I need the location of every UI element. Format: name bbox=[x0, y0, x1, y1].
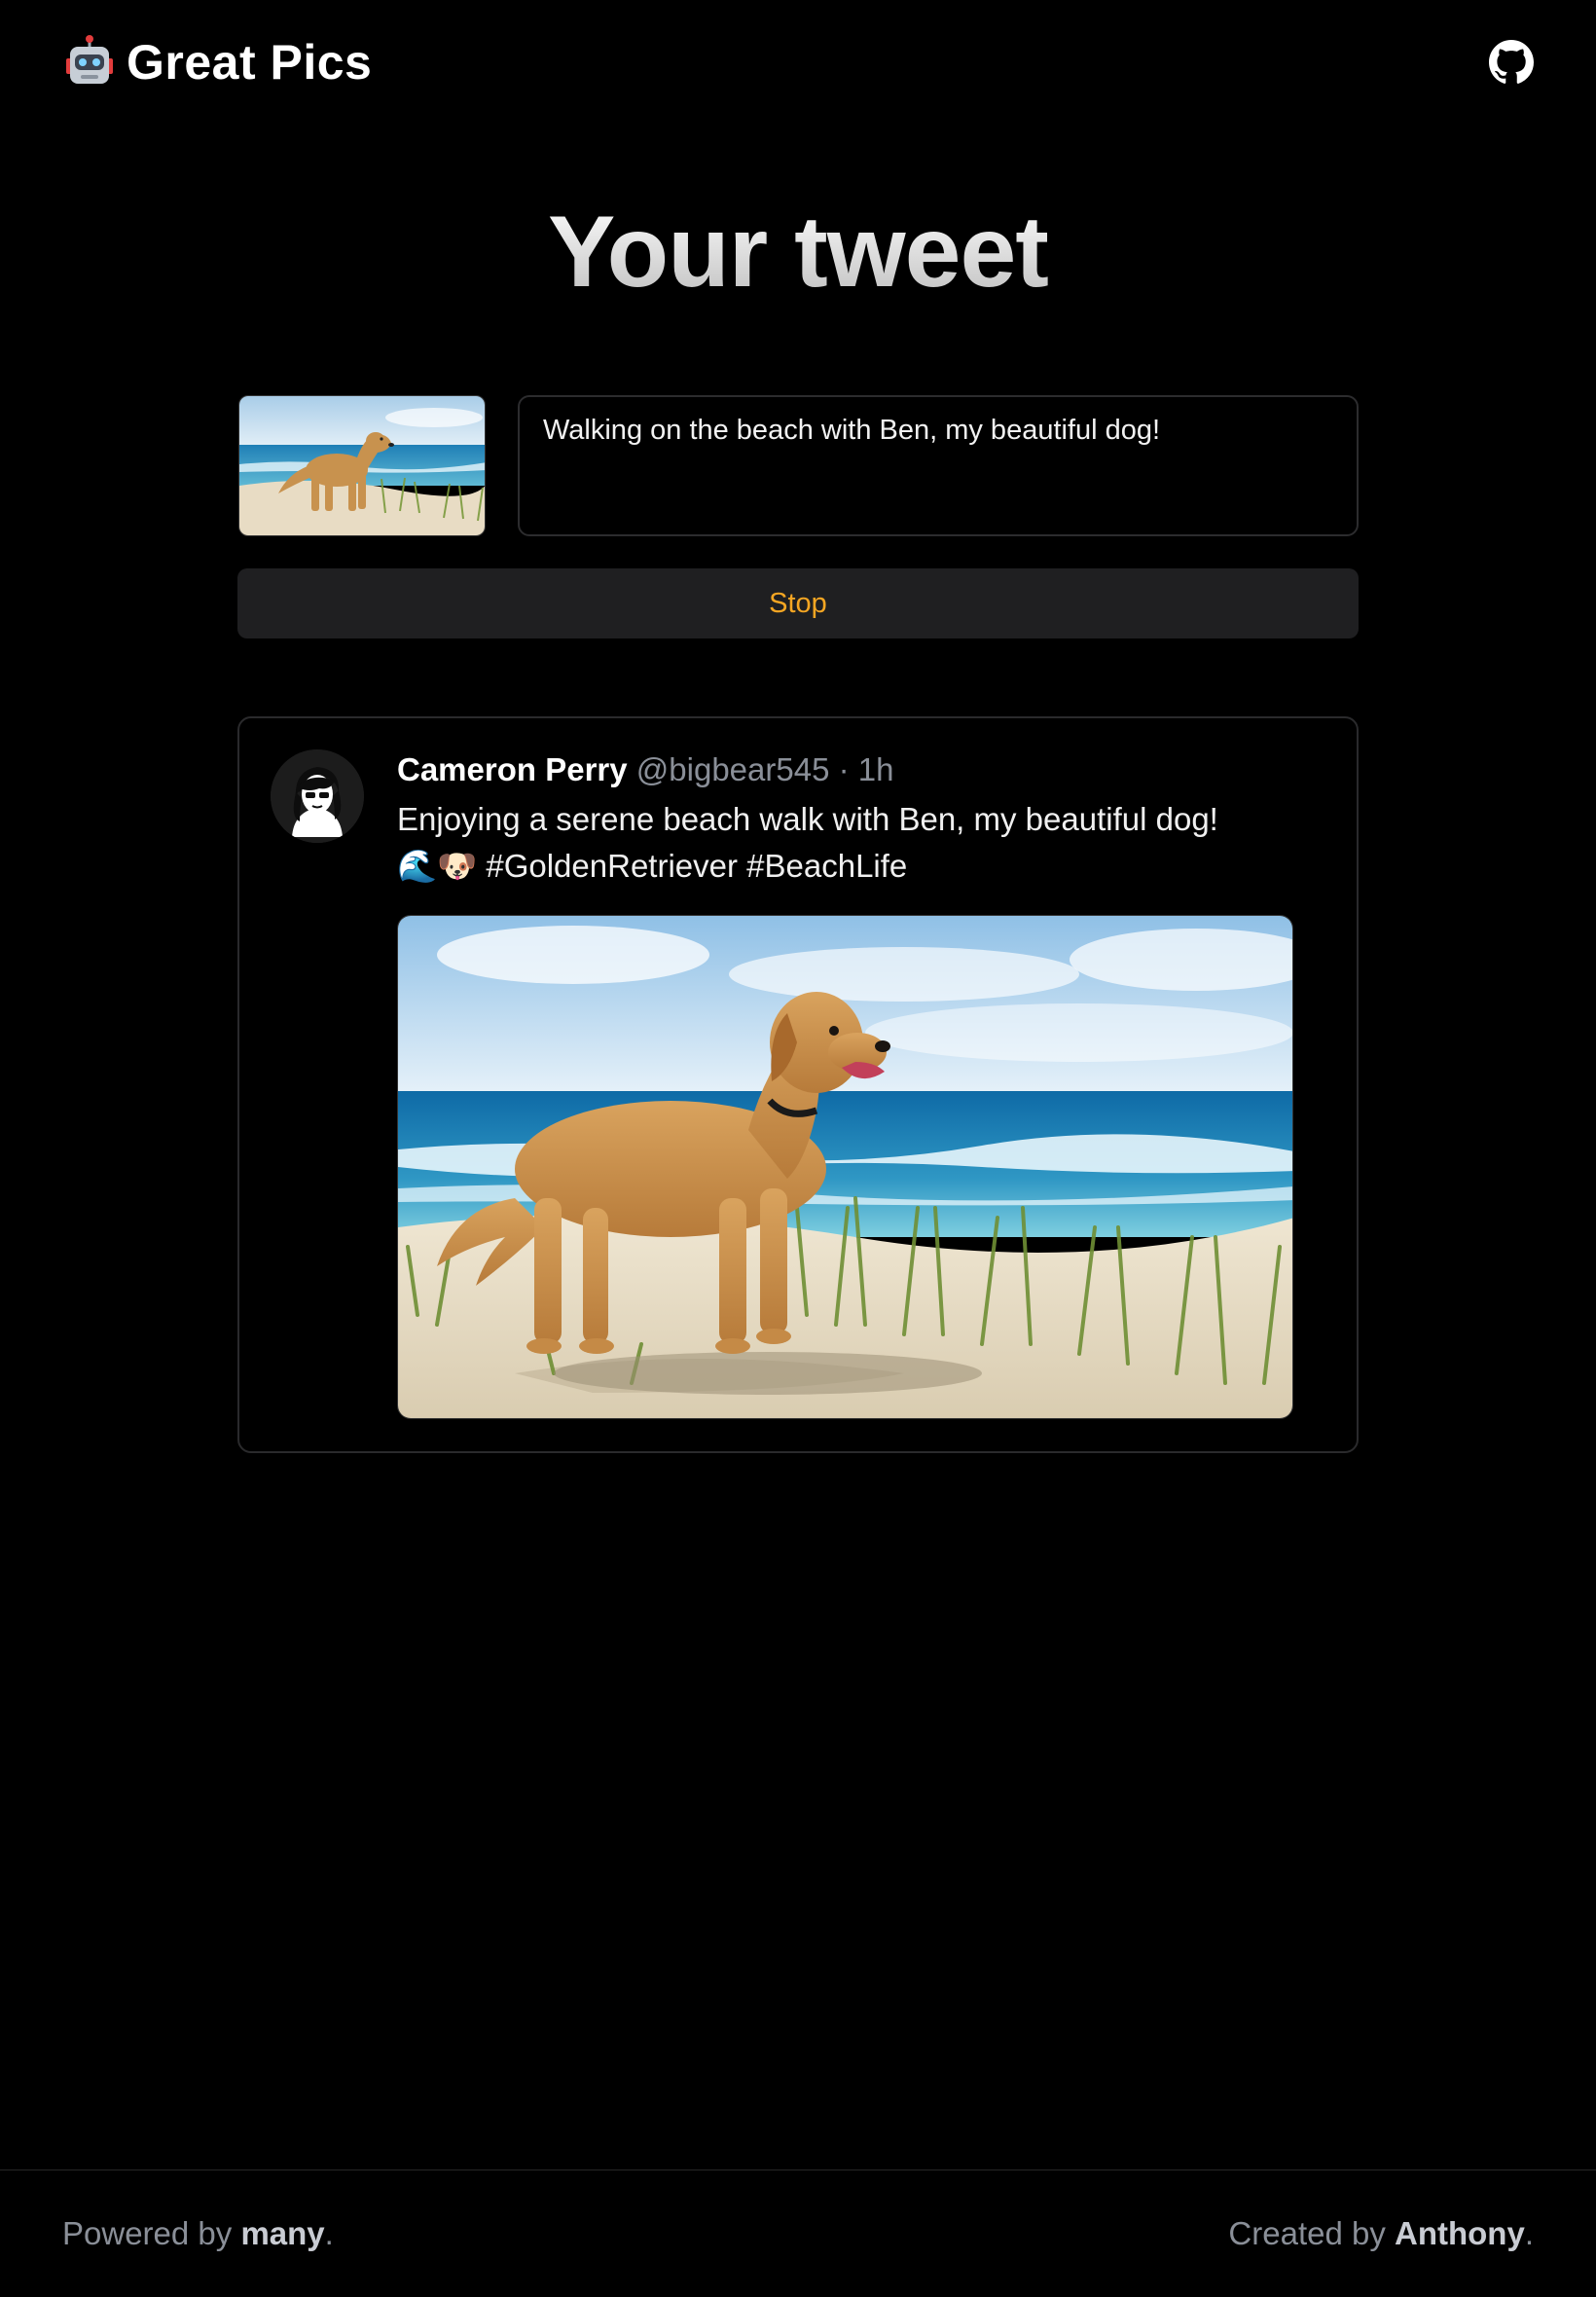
avatar-icon bbox=[271, 749, 364, 843]
powered-by-link[interactable]: many bbox=[240, 2215, 324, 2251]
robot-icon bbox=[66, 35, 113, 84]
tweet-author-handle[interactable]: @bigbear545 bbox=[636, 751, 830, 787]
brand-name: Great Pics bbox=[127, 35, 373, 90]
tweet-author-name[interactable]: Cameron Perry bbox=[397, 751, 628, 787]
uploaded-image-thumbnail[interactable] bbox=[238, 395, 486, 536]
created-by-prefix: Created by bbox=[1228, 2215, 1396, 2251]
page: Great Pics Your tweet Walking on the bea… bbox=[0, 0, 1596, 2297]
tweet-card: Cameron Perry @bigbear545 · 1h Enjoying … bbox=[237, 716, 1359, 1453]
powered-by: Powered by many. bbox=[62, 2215, 334, 2252]
powered-by-suffix: . bbox=[324, 2215, 334, 2251]
brand[interactable]: Great Pics bbox=[62, 34, 372, 91]
footer: Powered by many. Created by Anthony. bbox=[0, 2169, 1596, 2297]
created-by: Created by Anthony. bbox=[1228, 2215, 1534, 2252]
tweet-input[interactable] bbox=[518, 395, 1359, 536]
tweet-timestamp: 1h bbox=[857, 751, 894, 787]
tweet-image[interactable] bbox=[397, 915, 1293, 1419]
github-icon bbox=[1489, 40, 1534, 84]
created-by-suffix: . bbox=[1524, 2215, 1534, 2251]
tweet-header: Cameron Perry @bigbear545 · 1h bbox=[397, 751, 894, 788]
powered-by-prefix: Powered by bbox=[62, 2215, 241, 2251]
page-title: Your tweet bbox=[0, 195, 1596, 310]
tweet-text: Enjoying a serene beach walk with Ben, m… bbox=[397, 801, 1218, 884]
stop-button[interactable]: Stop bbox=[237, 568, 1359, 638]
tweet-separator: · bbox=[838, 751, 850, 787]
github-link[interactable] bbox=[1489, 40, 1534, 85]
header: Great Pics bbox=[62, 27, 1534, 97]
created-by-link[interactable]: Anthony bbox=[1395, 2215, 1525, 2251]
avatar[interactable] bbox=[271, 749, 364, 843]
